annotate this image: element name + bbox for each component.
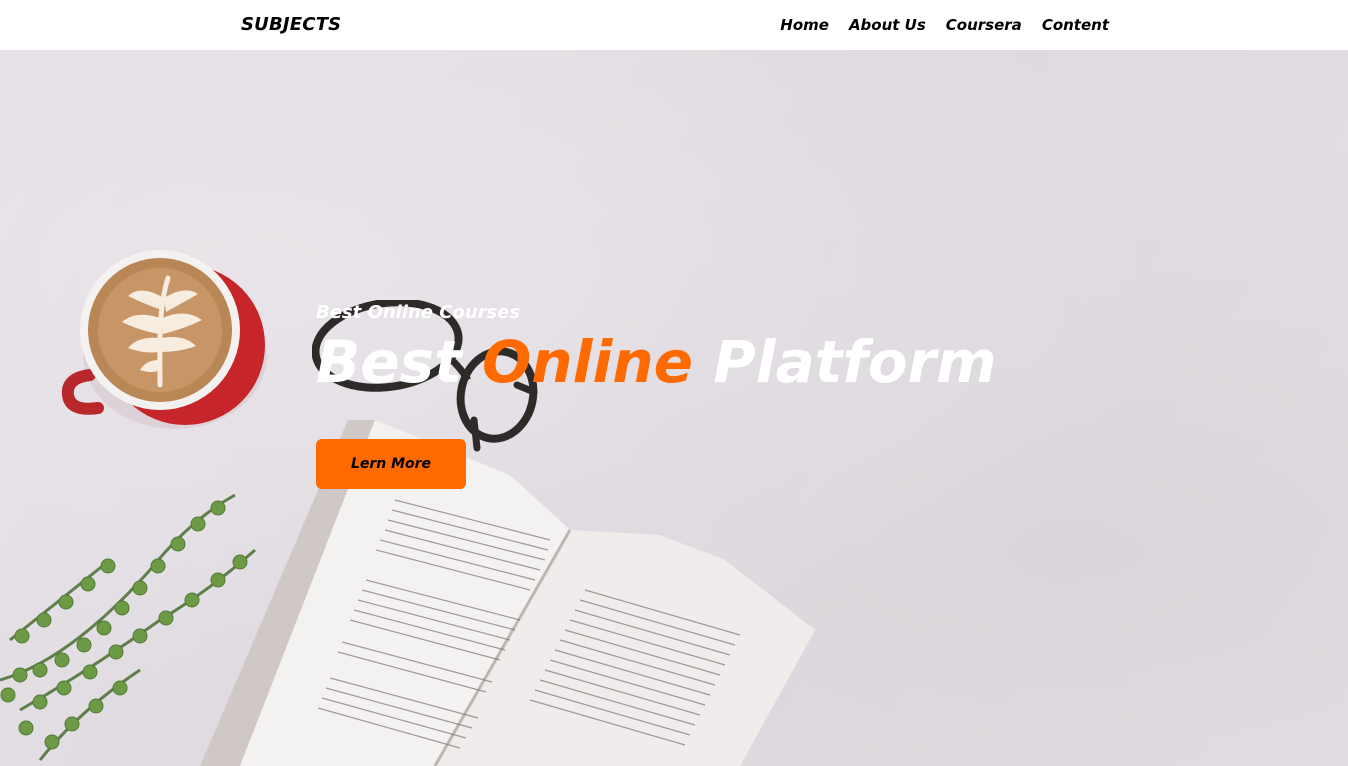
- learn-more-button[interactable]: Lern More: [316, 439, 466, 489]
- hero-subtitle: Best Online Courses: [316, 302, 521, 323]
- nav-links: Home About Us Coursera Content: [780, 16, 1109, 34]
- nav-link-coursera[interactable]: Coursera: [946, 16, 1022, 34]
- site-logo[interactable]: SUBJECTS: [241, 14, 341, 35]
- hero-headline: Best Online Platform: [316, 327, 997, 397]
- hero-content: Best Online Courses Best Online Platform…: [316, 302, 997, 489]
- top-navbar: SUBJECTS Home About Us Coursera Content: [0, 0, 1348, 50]
- headline-word-platform: Platform: [713, 328, 997, 396]
- nav-link-home[interactable]: Home: [780, 16, 829, 34]
- headline-word-online: Online: [482, 328, 693, 396]
- nav-link-about-us[interactable]: About Us: [849, 16, 926, 34]
- coffee-cup-image: [61, 250, 267, 429]
- nav-link-content[interactable]: Content: [1042, 16, 1109, 34]
- headline-word-best: Best: [316, 328, 462, 396]
- hero-banner: Best Online Courses Best Online Platform…: [0, 50, 1348, 766]
